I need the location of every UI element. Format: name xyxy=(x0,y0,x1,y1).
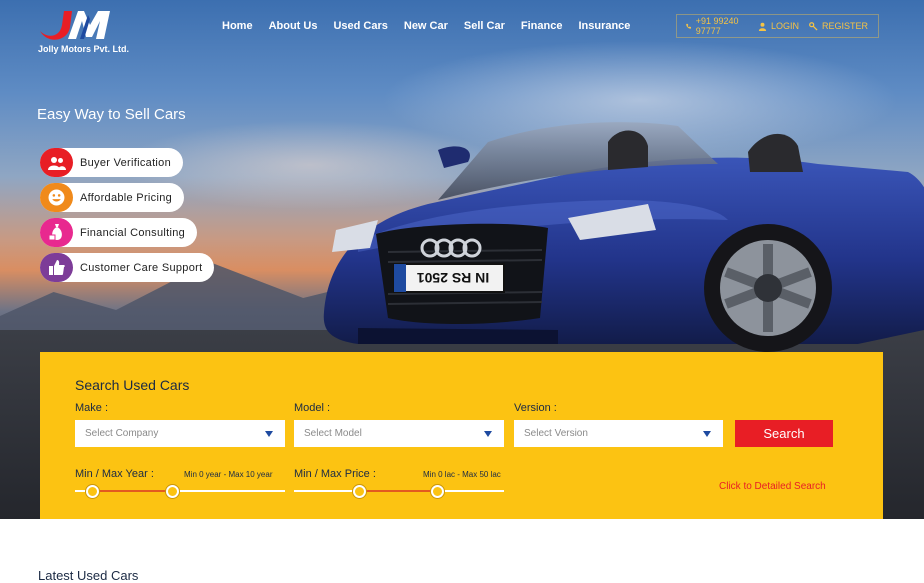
phone-link[interactable]: +91 99240 97777 xyxy=(685,16,748,36)
make-select[interactable]: Select Company xyxy=(75,420,285,447)
model-select[interactable]: Select Model xyxy=(294,420,504,447)
license-plate-text: IN RS 2501 xyxy=(417,270,490,286)
price-range-info: Min 0 lac - Max 50 lac xyxy=(423,470,501,479)
brand-logo[interactable]: Jolly Motors Pvt. Ltd. xyxy=(38,9,138,55)
chevron-down-icon xyxy=(484,431,492,437)
make-label: Make : xyxy=(75,402,109,414)
phone-number: +91 99240 97777 xyxy=(695,16,739,36)
user-icon xyxy=(758,22,767,31)
model-placeholder: Select Model xyxy=(304,428,362,439)
nav-item-new-car[interactable]: New Car xyxy=(404,19,448,33)
year-range-track[interactable] xyxy=(75,490,285,492)
feature-affordable-pricing: Affordable Pricing xyxy=(40,183,185,212)
year-max-handle[interactable] xyxy=(166,485,179,498)
phone-icon xyxy=(686,23,692,29)
price-min-handle[interactable] xyxy=(353,485,366,498)
nav-item-insurance[interactable]: Insurance xyxy=(578,19,630,33)
version-placeholder: Select Version xyxy=(524,428,588,439)
register-link[interactable]: REGISTER xyxy=(809,21,868,31)
nav-item-used-cars[interactable]: Used Cars xyxy=(333,19,387,33)
feature-buyer-verification: Buyer Verification xyxy=(40,148,183,177)
version-label: Version : xyxy=(514,402,557,414)
version-select[interactable]: Select Version xyxy=(514,420,723,447)
money-icon xyxy=(40,218,73,247)
make-placeholder: Select Company xyxy=(85,428,159,439)
nav-item-sell-car[interactable]: Sell Car xyxy=(464,19,505,33)
feature-label: Customer Care Support xyxy=(80,261,203,274)
login-link[interactable]: LOGIN xyxy=(758,21,799,31)
users-icon xyxy=(40,148,73,177)
nav-item-about-us[interactable]: About Us xyxy=(269,19,318,33)
search-panel: Search Used Cars Make : Select Company M… xyxy=(40,352,883,519)
contact-login-bar: +91 99240 97777 LOGIN REGISTER xyxy=(676,14,879,38)
main-nav: Home About Us Used Cars New Car Sell Car… xyxy=(222,19,646,33)
price-range-track[interactable] xyxy=(294,490,504,492)
search-panel-title: Search Used Cars xyxy=(75,377,190,393)
model-label: Model : xyxy=(294,402,331,414)
year-range-label: Min / Max Year : xyxy=(75,468,154,480)
nav-item-finance[interactable]: Finance xyxy=(521,19,563,33)
car-image: IN RS 2501 xyxy=(323,122,924,352)
year-range-fill xyxy=(93,490,173,492)
price-max-handle[interactable] xyxy=(431,485,444,498)
search-button[interactable]: Search xyxy=(735,420,833,447)
year-min-handle[interactable] xyxy=(86,485,99,498)
thumbs-up-icon xyxy=(40,253,73,282)
register-label: REGISTER xyxy=(821,21,868,31)
section-title: Latest Used Cars xyxy=(38,568,139,583)
feature-label: Affordable Pricing xyxy=(80,191,173,204)
logo-mark-icon xyxy=(40,11,110,40)
price-range-fill xyxy=(360,490,438,492)
key-icon xyxy=(809,21,818,31)
chevron-down-icon xyxy=(265,431,273,437)
brand-name: Jolly Motors Pvt. Ltd. xyxy=(38,44,130,54)
feature-label: Financial Consulting xyxy=(80,226,186,239)
login-label: LOGIN xyxy=(770,21,799,31)
feature-customer-care-support: Customer Care Support xyxy=(40,253,215,282)
chevron-down-icon xyxy=(703,431,711,437)
feature-financial-consulting: Financial Consulting xyxy=(40,218,198,247)
detailed-search-link[interactable]: Click to Detailed Search xyxy=(719,481,826,492)
smiley-icon xyxy=(40,183,73,212)
price-range-label: Min / Max Price : xyxy=(294,468,376,480)
nav-item-home[interactable]: Home xyxy=(222,19,253,33)
hero-headline: Easy Way to Sell Cars xyxy=(37,106,186,123)
feature-label: Buyer Verification xyxy=(80,156,171,169)
year-range-info: Min 0 year - Max 10 year xyxy=(184,470,273,479)
